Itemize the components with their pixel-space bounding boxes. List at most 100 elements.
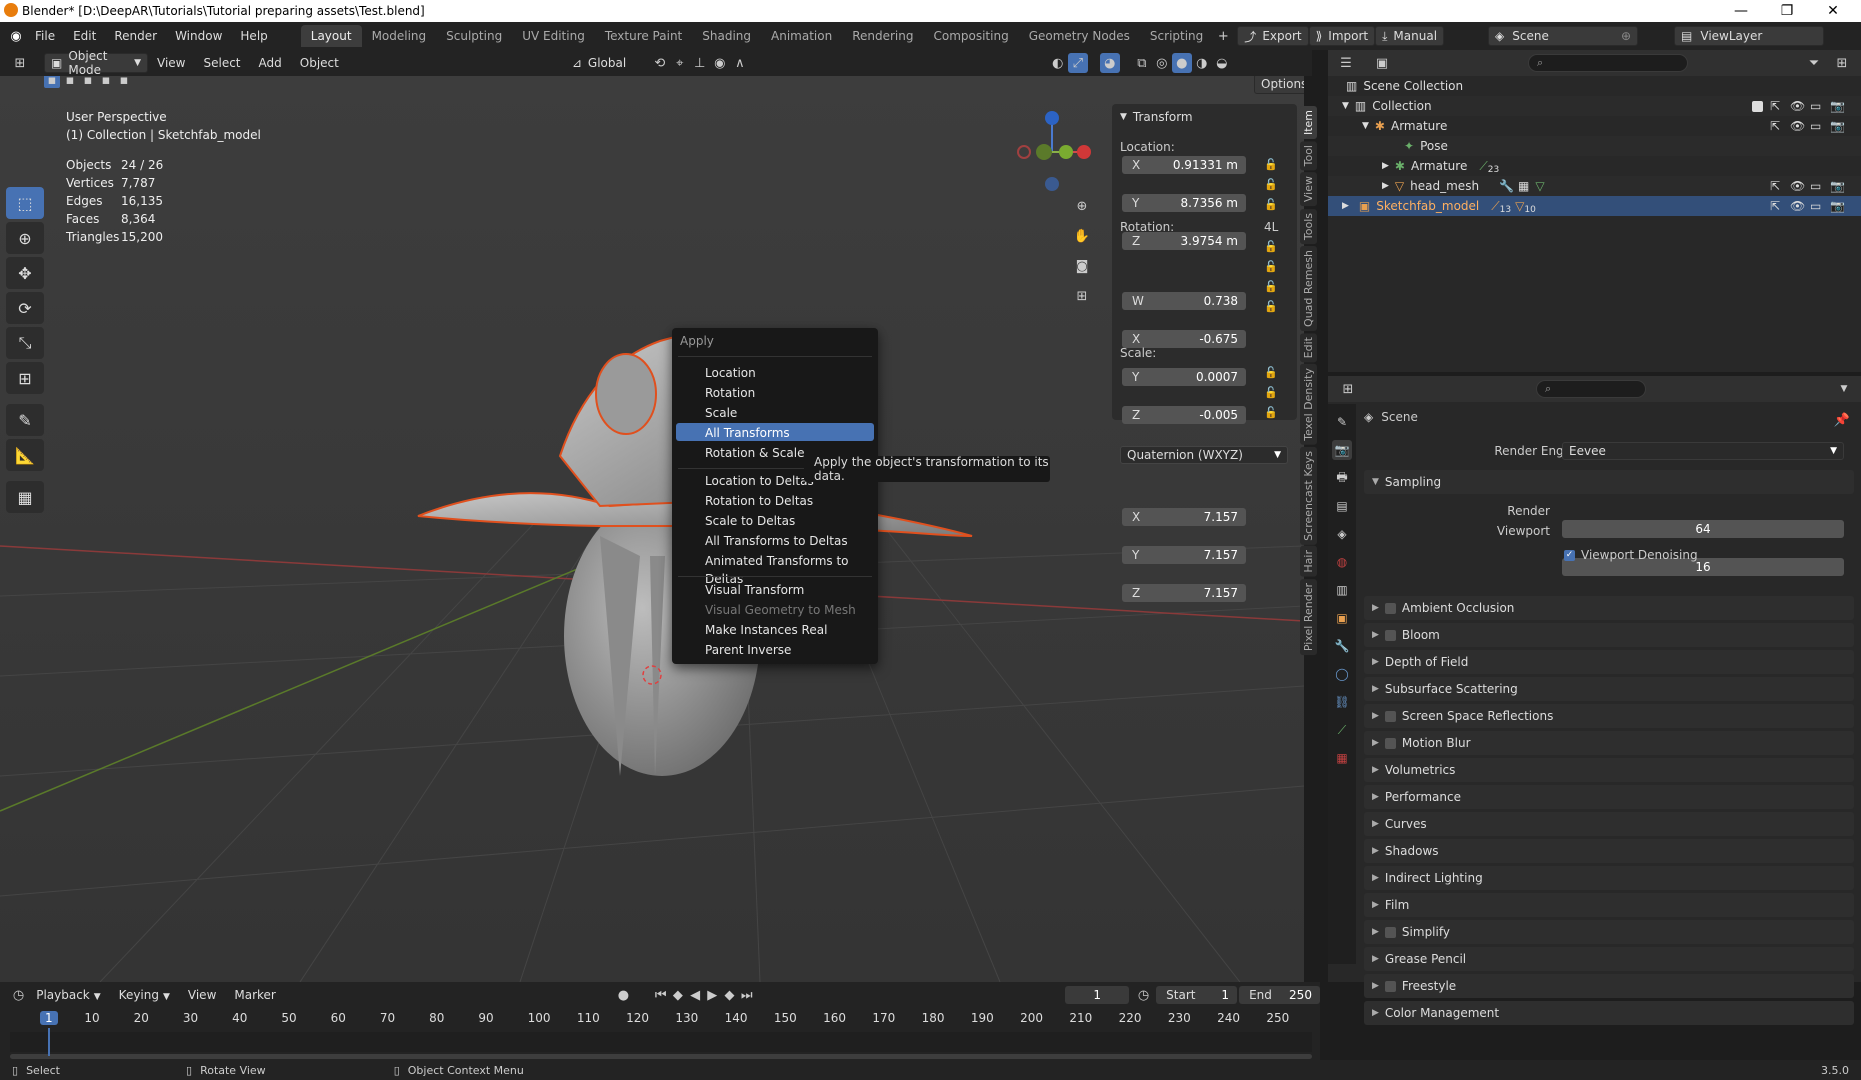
editor-type-icon[interactable]: ☰	[1336, 53, 1356, 73]
zoom-icon[interactable]: ⊕	[1072, 196, 1092, 216]
close-icon[interactable]: ✕	[1810, 0, 1856, 22]
frame-ruler[interactable]: 1 10 20 30 40 50 60 70 80 90 100 110 120 130 140 150 160…	[0, 1008, 1320, 1030]
select-toggle-icon[interactable]: ⇱	[1770, 179, 1780, 193]
viewport-toggle-icon[interactable]: ▭	[1810, 199, 1821, 213]
gizmo-x-axis[interactable]	[1077, 145, 1091, 159]
rotation-z-field[interactable]: Z -0.005	[1122, 406, 1246, 424]
lock-icon[interactable]: 🔓	[1264, 178, 1278, 191]
render-icon[interactable]: 📷	[1332, 440, 1352, 460]
menu-item-scale[interactable]: Scale	[705, 404, 737, 422]
tab-hair[interactable]: Hair	[1300, 546, 1317, 578]
tab-animation[interactable]: Animation	[761, 25, 842, 47]
expand-arrow-icon[interactable]: ▼	[1342, 101, 1349, 111]
viewport-toggle-icon[interactable]: ▭	[1810, 119, 1821, 133]
transform-header[interactable]: ▼ Transform	[1120, 110, 1193, 124]
lock-icon[interactable]: 🔓	[1264, 406, 1278, 419]
tab-modeling[interactable]: Modeling	[362, 25, 437, 47]
select-toggle-icon[interactable]: ⇱	[1770, 119, 1780, 133]
menu-view[interactable]: View	[148, 52, 194, 74]
expand-arrow-icon[interactable]: ▶	[1382, 181, 1389, 191]
panel-header[interactable]: ▶ Depth of Field	[1364, 650, 1854, 674]
gizmo-icon[interactable]: ⤢	[1067, 53, 1088, 73]
menu-item-all-transforms-deltas[interactable]: All Transforms to Deltas	[705, 532, 848, 550]
move-tool[interactable]: ✥	[6, 257, 44, 289]
menu-item-rotation[interactable]: Rotation	[705, 384, 755, 402]
editor-type-icon[interactable]: ⊞	[10, 53, 30, 73]
viewport-denoising-checkbox[interactable]: ✓ Viewport Denoising	[1564, 548, 1698, 562]
gizmo-neg-x[interactable]	[1017, 145, 1031, 159]
tab-screencast-keys[interactable]: Screencast Keys	[1300, 446, 1317, 545]
playhead-line[interactable]	[48, 1028, 50, 1056]
tab-layout[interactable]: Layout	[300, 25, 362, 47]
mode-selector[interactable]: ▣ Object Mode ▼	[44, 49, 148, 77]
constraint-icon[interactable]: ⛓	[1332, 692, 1352, 712]
physics-icon[interactable]: ◯	[1332, 664, 1352, 684]
rotate-tool[interactable]: ⟳	[6, 292, 44, 324]
scene-selector[interactable]: ◈ Scene ⊕	[1488, 26, 1639, 46]
measure-tool[interactable]: 📐	[6, 439, 44, 471]
panel-header[interactable]: ▶ Curves	[1364, 812, 1854, 836]
visibility-icon[interactable]: ◐	[1048, 53, 1068, 73]
output-icon[interactable]: 🖶	[1332, 468, 1352, 488]
select-new-icon[interactable]: ▪	[44, 76, 60, 88]
expand-arrow-icon[interactable]: ▼	[1362, 121, 1369, 131]
play-reverse-icon[interactable]: ◀	[686, 985, 703, 1005]
tab-edit[interactable]: Edit	[1300, 332, 1317, 362]
wireframe-shading-icon[interactable]: ◎	[1152, 53, 1172, 73]
timeline-track[interactable]	[10, 1032, 1312, 1052]
tab-item[interactable]: Item	[1300, 106, 1317, 140]
select-toggle-icon[interactable]: ⇱	[1770, 99, 1780, 113]
checkbox-icon[interactable]	[1384, 926, 1396, 938]
eye-icon[interactable]: 👁	[1790, 199, 1805, 213]
new-collection-icon[interactable]: ⊞	[1832, 53, 1852, 73]
menu-item-scale-deltas[interactable]: Scale to Deltas	[705, 512, 795, 530]
menu-add[interactable]: Add	[250, 52, 291, 74]
tab-view[interactable]: View	[1300, 172, 1317, 207]
lock-icon[interactable]: 🔓	[1264, 158, 1278, 171]
panel-header[interactable]: ▶ Motion Blur	[1364, 731, 1854, 755]
pin-icon[interactable]: ⊕	[1621, 29, 1631, 43]
pivot-icon[interactable]: ⟲	[650, 53, 670, 73]
expand-arrow-icon[interactable]: ▶	[1342, 201, 1349, 211]
lock-icon[interactable]: 🔓	[1264, 198, 1278, 211]
panel-header[interactable]: ▶ Freestyle	[1364, 974, 1854, 998]
camera-view-icon[interactable]: ◙	[1072, 256, 1092, 276]
menu-item-animated-transforms-deltas[interactable]: Animated Transforms to Deltas	[705, 552, 878, 586]
jump-start-icon[interactable]: ⏮	[652, 985, 669, 1005]
transform-tool[interactable]: ⊞	[6, 362, 44, 394]
select-intersect-icon[interactable]: ▪	[116, 76, 132, 88]
data-icon[interactable]: ⟋	[1332, 720, 1352, 740]
overlay-icon[interactable]: ◕	[1099, 53, 1120, 73]
snap-target-icon[interactable]: ⊥	[690, 53, 710, 73]
solid-shading-icon[interactable]: ●	[1171, 53, 1192, 73]
pin-icon[interactable]: 📌	[1832, 410, 1852, 430]
menu-file[interactable]: File	[26, 25, 64, 47]
outliner-search-input[interactable]: ⌕	[1528, 54, 1688, 72]
xray-icon[interactable]: ⧉	[1132, 53, 1152, 73]
menu-item-location[interactable]: Location	[705, 364, 756, 382]
display-mode-icon[interactable]: ▣	[1372, 53, 1392, 73]
navigation-gizmo[interactable]	[1006, 106, 1096, 196]
panel-header[interactable]: ▶ Bloom	[1364, 623, 1854, 647]
lock-icon[interactable]: 🔓	[1264, 280, 1278, 293]
import-button[interactable]: ⟫ Import	[1308, 26, 1376, 46]
filter-icon[interactable]: ⏷	[1804, 53, 1824, 73]
texture-icon[interactable]: ▦	[1332, 748, 1352, 768]
rotation-y-field[interactable]: Y 0.0007	[1122, 368, 1246, 386]
scale-tool[interactable]: ⤡	[6, 327, 44, 359]
scale-z-field[interactable]: Z 7.157	[1122, 584, 1246, 602]
modifier-icon[interactable]: 🔧	[1332, 636, 1352, 656]
panel-header[interactable]: ▶ Performance	[1364, 785, 1854, 809]
select-extend-icon[interactable]: ▪	[62, 76, 78, 88]
export-button[interactable]: ⤴ Export	[1237, 26, 1309, 46]
cursor-tool[interactable]: ⊕	[6, 222, 44, 254]
menu-help[interactable]: Help	[231, 25, 276, 47]
tab-geometry-nodes[interactable]: Geometry Nodes	[1019, 25, 1140, 47]
tab-sculpting[interactable]: Sculpting	[436, 25, 512, 47]
viewport-toggle-icon[interactable]: ▭	[1810, 99, 1821, 113]
render-samples-field[interactable]: 64	[1562, 520, 1844, 538]
proportional-edit-icon[interactable]: ◉	[710, 53, 730, 73]
snap-icon[interactable]: ⌖	[670, 53, 690, 73]
maximize-icon[interactable]: ❐	[1764, 0, 1810, 22]
outliner-row-scene-collection[interactable]: ▥ Scene Collection	[1328, 76, 1861, 96]
